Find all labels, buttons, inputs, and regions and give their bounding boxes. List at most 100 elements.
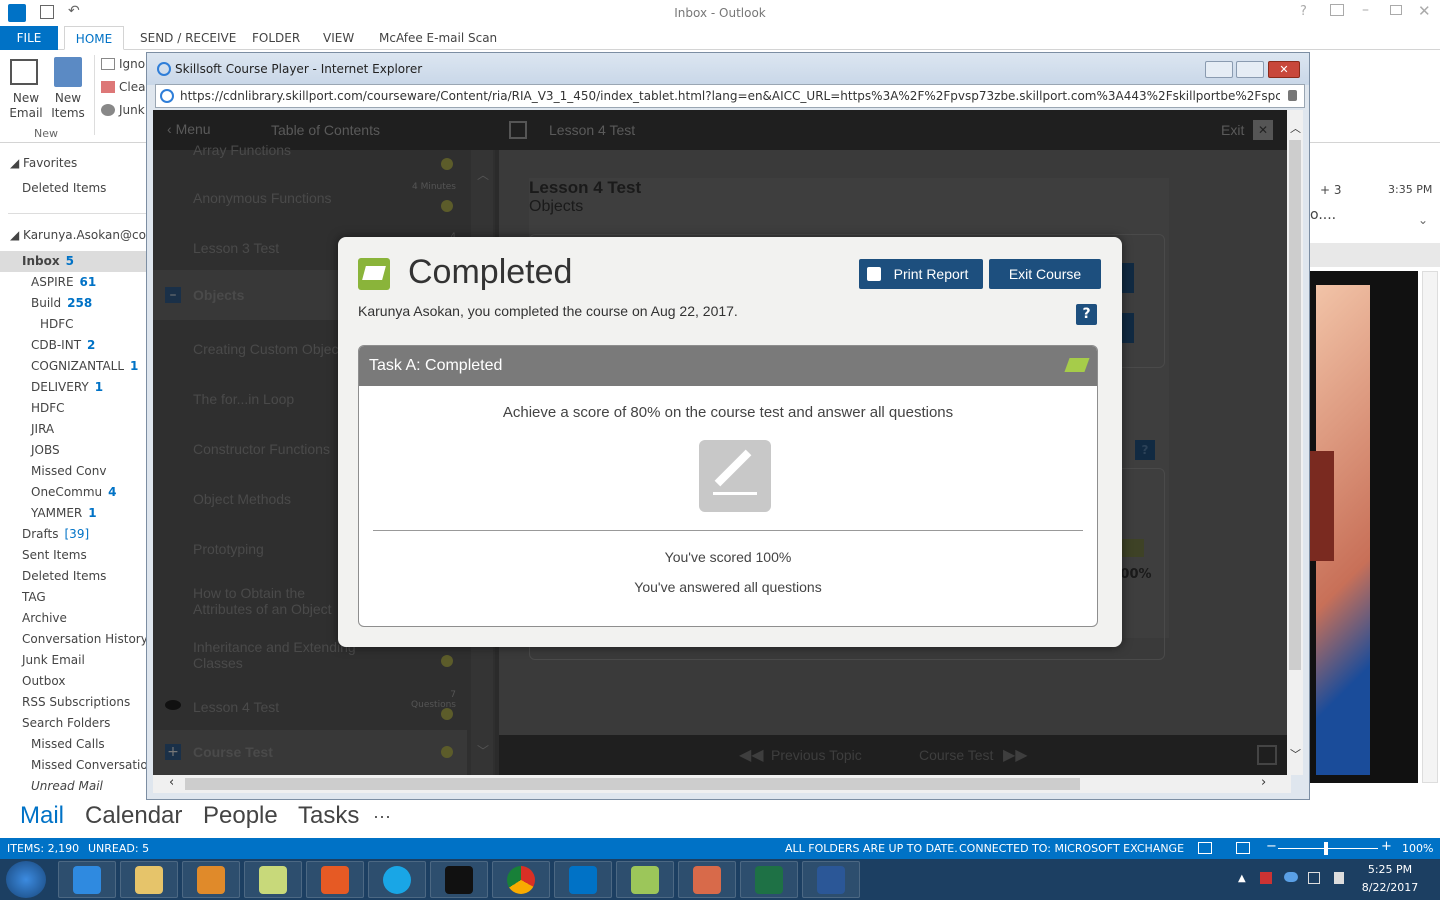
minimize-icon[interactable]: –: [1362, 2, 1369, 18]
folder-item[interactable]: Unread Mail: [0, 776, 147, 793]
expand-section-icon[interactable]: +: [165, 744, 181, 760]
taskbar-sticky-notes[interactable]: [244, 861, 302, 898]
address-bar[interactable]: https://cdnlibrary.skillport.com/coursew…: [155, 84, 1305, 108]
toc-item[interactable]: Array Functions: [193, 142, 473, 158]
zoom-slider-thumb[interactable]: [1324, 842, 1328, 855]
print-report-button[interactable]: Print Report: [859, 259, 983, 289]
ie-horizontal-scrollbar[interactable]: ‹ ›: [153, 775, 1291, 793]
folder-item[interactable]: DELIVERY 1: [0, 377, 147, 398]
scroll-up-icon[interactable]: ︿: [477, 166, 489, 183]
folder-item[interactable]: Search Folders: [0, 713, 147, 734]
hscroll-thumb[interactable]: [185, 778, 1080, 790]
nav-mail[interactable]: Mail: [20, 802, 64, 830]
folder-item[interactable]: JOBS: [0, 440, 147, 461]
scroll-right-icon[interactable]: ›: [1261, 775, 1266, 790]
favorites-deleted-items[interactable]: Deleted Items: [22, 178, 147, 199]
tray-action-icon[interactable]: [1308, 872, 1320, 884]
folder-item[interactable]: Junk Email: [0, 650, 147, 671]
next-topic-button[interactable]: Course Test: [919, 747, 993, 763]
lock-icon[interactable]: [1288, 90, 1297, 101]
tab-home[interactable]: HOME: [64, 26, 124, 50]
folder-item[interactable]: Missed Conversations: [0, 755, 147, 776]
nav-people[interactable]: People: [203, 802, 278, 830]
toc-item[interactable]: Lesson 4 Test: [193, 699, 473, 715]
exit-label[interactable]: Exit: [1221, 122, 1244, 138]
scroll-down-icon[interactable]: ﹀: [477, 742, 489, 759]
folder-item[interactable]: OneCommu 4: [0, 482, 147, 503]
reading-view-icon[interactable]: [1236, 842, 1250, 854]
folder-item[interactable]: Missed Calls: [0, 734, 147, 755]
start-button[interactable]: [6, 861, 46, 898]
zoom-in-icon[interactable]: +: [1381, 839, 1392, 854]
show-hidden-icons[interactable]: ▲: [1238, 873, 1246, 884]
folder-item[interactable]: JIRA: [0, 419, 147, 440]
previous-icon[interactable]: ◀◀: [739, 745, 764, 764]
collapse-section-icon[interactable]: –: [165, 287, 181, 303]
taskbar-cmd[interactable]: [430, 861, 488, 898]
menu-button[interactable]: ‹ Menu: [167, 121, 211, 137]
tab-mcafee[interactable]: McAfee E-mail Scan: [369, 26, 507, 50]
taskbar-outlook[interactable]: [554, 861, 612, 898]
folder-item[interactable]: TAG: [0, 587, 147, 608]
new-items-icon[interactable]: [54, 57, 82, 87]
folder-item[interactable]: Missed Conv: [0, 461, 147, 482]
bg-help-icon[interactable]: ?: [1135, 440, 1155, 460]
nav-more[interactable]: ···: [373, 806, 391, 827]
folder-item[interactable]: ASPIRE 61: [0, 272, 147, 293]
tab-view[interactable]: VIEW: [313, 26, 364, 50]
folder-item[interactable]: HDFC: [0, 398, 147, 419]
zoom-slider[interactable]: [1278, 848, 1378, 849]
exit-close-icon[interactable]: ✕: [1253, 120, 1273, 140]
help-icon[interactable]: ?: [1300, 4, 1307, 19]
folder-item[interactable]: Deleted Items: [0, 566, 147, 587]
new-email-icon[interactable]: [10, 59, 38, 85]
reading-scrollbar[interactable]: [1422, 271, 1438, 783]
section-course-test[interactable]: + Course Test: [153, 730, 467, 775]
ribbon-display-icon[interactable]: [1330, 4, 1344, 16]
taskbar-ie[interactable]: [58, 861, 116, 898]
tray-security-icon[interactable]: [1260, 872, 1272, 884]
folder-item[interactable]: Drafts [39]: [0, 524, 147, 545]
clock-time[interactable]: 5:25 PM: [1360, 863, 1420, 876]
toc-item[interactable]: How to Obtain the Attributes of an Objec…: [193, 585, 353, 617]
account-header[interactable]: ◢ Karunya.Asokan@cog: [10, 225, 147, 246]
toc-item[interactable]: Inheritance and Extending Classes: [193, 639, 363, 671]
taskbar-skype[interactable]: [368, 861, 426, 898]
taskbar-excel[interactable]: [740, 861, 798, 898]
new-items-button[interactable]: New Items: [46, 91, 90, 121]
taskbar-word[interactable]: [802, 861, 860, 898]
taskbar-app[interactable]: [678, 861, 736, 898]
tab-folder[interactable]: FOLDER: [242, 26, 310, 50]
panel-toggle-icon[interactable]: [1257, 745, 1277, 765]
taskbar-media-player[interactable]: [182, 861, 240, 898]
taskbar-chrome[interactable]: [492, 861, 550, 898]
new-email-button[interactable]: New Email: [6, 91, 46, 121]
tab-send-receive[interactable]: SEND / RECEIVE: [130, 26, 246, 50]
folder-item[interactable]: Build 258: [0, 293, 147, 314]
tray-volume-icon[interactable]: [1334, 872, 1344, 884]
folder-item[interactable]: YAMMER 1: [0, 503, 147, 524]
ie-restore-button[interactable]: [1236, 61, 1264, 78]
zoom-out-icon[interactable]: −: [1266, 839, 1277, 854]
ie-minimize-button[interactable]: [1205, 61, 1233, 78]
folder-item[interactable]: Conversation History: [0, 629, 147, 650]
folder-item[interactable]: RSS Subscriptions: [0, 692, 147, 713]
next-icon[interactable]: ▶▶: [1003, 745, 1028, 764]
taskbar-notepad-plus[interactable]: [616, 861, 674, 898]
help-button[interactable]: ?: [1076, 304, 1097, 325]
taskbar-xampp[interactable]: [306, 861, 364, 898]
folder-item[interactable]: COGNIZANTALL 1: [0, 356, 147, 377]
close-icon[interactable]: ✕: [1418, 2, 1431, 20]
nav-tasks[interactable]: Tasks: [298, 802, 359, 830]
scroll-down-icon[interactable]: ﹀: [1290, 746, 1301, 762]
nav-calendar[interactable]: Calendar: [85, 802, 182, 830]
tray-onedrive-icon[interactable]: [1284, 872, 1298, 882]
ie-close-button[interactable]: ✕: [1268, 61, 1300, 78]
clock-date[interactable]: 8/22/2017: [1360, 881, 1420, 894]
taskbar-explorer[interactable]: [120, 861, 178, 898]
favorites-header[interactable]: ◢ Favorites: [10, 153, 147, 174]
folder-item[interactable]: Inbox 5: [0, 251, 147, 272]
previous-topic-button[interactable]: Previous Topic: [771, 747, 862, 763]
url-text[interactable]: https://cdnlibrary.skillport.com/coursew…: [180, 85, 1280, 107]
folder-item[interactable]: CDB-INT 2: [0, 335, 147, 356]
